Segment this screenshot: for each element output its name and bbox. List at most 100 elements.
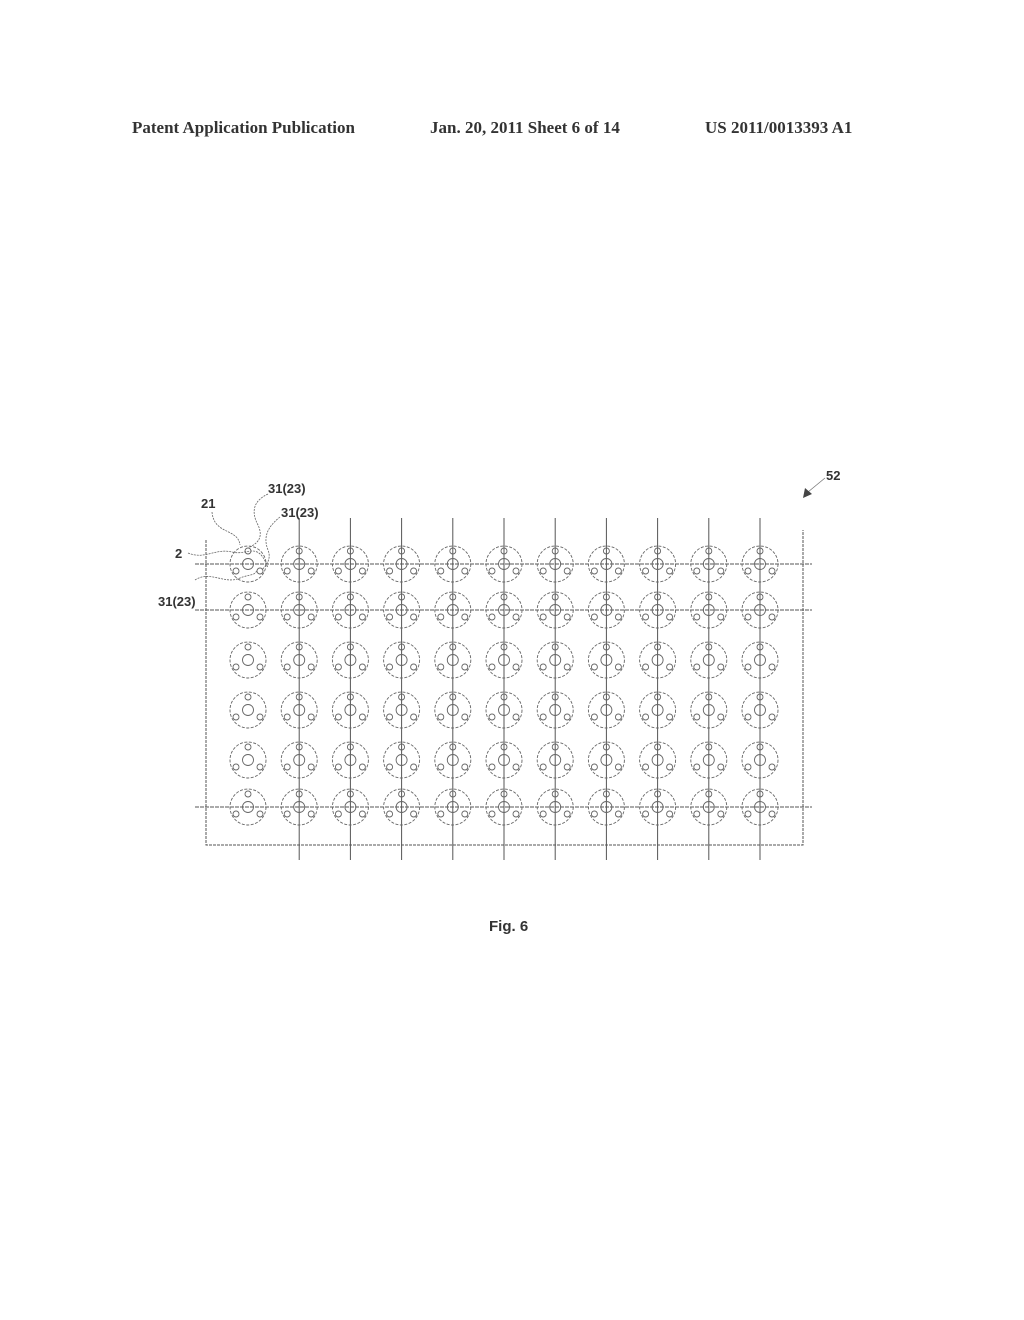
hole-pattern [229, 691, 267, 729]
small-hole [614, 567, 622, 575]
small-hole [256, 567, 264, 575]
small-hole [539, 567, 547, 575]
small-hole [358, 567, 366, 575]
small-hole [256, 810, 264, 818]
small-hole [461, 713, 469, 721]
small-hole [717, 663, 725, 671]
center-hole [242, 654, 254, 666]
small-hole [307, 713, 315, 721]
small-hole [717, 810, 725, 818]
small-hole [307, 663, 315, 671]
small-hole [744, 713, 752, 721]
small-hole [512, 763, 520, 771]
small-hole [614, 613, 622, 621]
small-hole [410, 713, 418, 721]
small-hole [437, 810, 445, 818]
small-hole [307, 613, 315, 621]
small-hole [563, 663, 571, 671]
small-hole [666, 810, 674, 818]
small-hole [244, 693, 252, 701]
small-hole [256, 713, 264, 721]
small-hole [563, 713, 571, 721]
small-hole [642, 810, 650, 818]
small-hole [539, 713, 547, 721]
small-hole [244, 743, 252, 751]
small-hole [590, 567, 598, 575]
small-hole [768, 713, 776, 721]
small-hole [437, 613, 445, 621]
small-hole [358, 713, 366, 721]
small-hole [334, 713, 342, 721]
small-hole [693, 713, 701, 721]
small-hole [693, 763, 701, 771]
small-hole [232, 567, 240, 575]
leader-31c [194, 569, 258, 581]
small-hole [283, 567, 291, 575]
small-hole [590, 613, 598, 621]
small-hole [283, 763, 291, 771]
small-hole [488, 810, 496, 818]
label-21: 21 [201, 496, 215, 511]
small-hole [768, 663, 776, 671]
small-hole [358, 663, 366, 671]
center-hole [242, 704, 254, 716]
small-hole [334, 810, 342, 818]
small-hole [386, 567, 394, 575]
label-2: 2 [175, 546, 182, 561]
small-hole [437, 763, 445, 771]
small-hole [642, 613, 650, 621]
small-hole [614, 663, 622, 671]
small-hole [744, 613, 752, 621]
small-hole [283, 663, 291, 671]
small-hole [461, 613, 469, 621]
small-hole [744, 567, 752, 575]
small-hole [244, 790, 252, 798]
small-hole [512, 567, 520, 575]
label-31-23-mid: 31(23) [281, 505, 319, 520]
figure-drawing: 21 2 31(23) 31(23) 31(23) 52 Fig. 6 [158, 468, 840, 935]
small-hole [666, 713, 674, 721]
small-hole [256, 613, 264, 621]
small-hole [334, 613, 342, 621]
small-hole [563, 810, 571, 818]
small-hole [539, 613, 547, 621]
small-hole [410, 810, 418, 818]
small-hole [410, 613, 418, 621]
small-hole [539, 763, 547, 771]
small-hole [642, 713, 650, 721]
small-hole [283, 613, 291, 621]
small-hole [334, 663, 342, 671]
small-hole [232, 810, 240, 818]
small-hole [768, 567, 776, 575]
small-hole [461, 567, 469, 575]
small-hole [693, 567, 701, 575]
small-hole [717, 613, 725, 621]
small-hole [307, 810, 315, 818]
small-hole [437, 567, 445, 575]
small-hole [256, 663, 264, 671]
small-hole [386, 663, 394, 671]
small-hole [283, 713, 291, 721]
small-hole [386, 810, 394, 818]
small-hole [307, 763, 315, 771]
small-hole [386, 613, 394, 621]
small-hole [744, 810, 752, 818]
small-hole [717, 567, 725, 575]
center-hole [242, 754, 254, 766]
small-hole [590, 810, 598, 818]
small-hole [642, 567, 650, 575]
small-hole [307, 567, 315, 575]
outer-circle [229, 691, 267, 729]
label-31-23-left: 31(23) [158, 594, 196, 609]
small-hole [358, 810, 366, 818]
small-hole [590, 713, 598, 721]
small-hole [334, 567, 342, 575]
small-hole [358, 763, 366, 771]
small-hole [232, 663, 240, 671]
small-hole [744, 663, 752, 671]
small-hole [590, 763, 598, 771]
small-hole [512, 613, 520, 621]
small-hole [244, 593, 252, 601]
small-hole [244, 643, 252, 651]
small-hole [461, 810, 469, 818]
